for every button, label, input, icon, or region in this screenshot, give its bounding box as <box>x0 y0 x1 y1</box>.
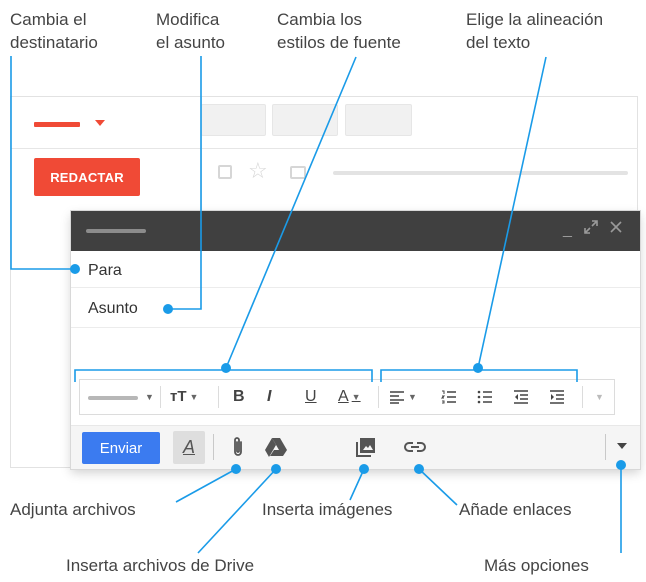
text-color-icon: A <box>338 388 349 405</box>
label-change-font-line1: Cambia los <box>277 10 363 29</box>
close-icon[interactable] <box>609 220 623 240</box>
star-icon[interactable]: ☆ <box>248 160 268 182</box>
label-add-links: Añade enlaces <box>459 500 572 519</box>
compose-title-bar[interactable] <box>71 211 640 251</box>
text-color-button[interactable]: A ▼ <box>338 384 361 410</box>
drive-icon[interactable] <box>264 432 288 462</box>
formatting-toggle-button[interactable]: A <box>173 431 205 464</box>
action-separator <box>605 434 606 460</box>
to-field[interactable]: Para <box>88 261 122 281</box>
compose-button[interactable]: REDACTAR <box>34 158 140 196</box>
label-edit-subject-line2: el asunto <box>156 33 225 52</box>
gmail-logo-bar[interactable] <box>34 122 80 127</box>
label-align-text-line1: Elige la alineación <box>466 10 604 29</box>
email-row-placeholder[interactable] <box>333 171 628 175</box>
connector-attach-files <box>175 468 237 503</box>
more-options-button[interactable] <box>617 443 627 449</box>
bold-button[interactable]: B <box>233 384 245 410</box>
toolbar-separator <box>378 386 379 408</box>
toolbar-separator <box>582 386 583 408</box>
chevron-down-icon[interactable]: ▼ <box>142 384 154 410</box>
chevron-down-icon[interactable] <box>95 120 105 126</box>
subject-field[interactable]: Asunto <box>88 299 138 319</box>
label-change-recipient: Cambia el destinatario <box>10 8 98 54</box>
toolbar-tab-3[interactable] <box>345 104 412 136</box>
link-icon[interactable] <box>403 432 427 462</box>
label-attach-files: Adjunta archivos <box>10 500 136 519</box>
subject-field-divider <box>71 327 640 328</box>
label-icon[interactable] <box>290 166 306 179</box>
bullet-list-icon[interactable] <box>477 384 493 410</box>
connector-add-links <box>418 468 458 506</box>
label-change-recipient-line2: destinatario <box>10 33 98 52</box>
minimize-icon[interactable]: _ <box>563 220 572 240</box>
indent-less-icon[interactable] <box>513 384 529 410</box>
label-insert-drive: Inserta archivos de Drive <box>66 556 255 575</box>
label-change-font: Cambia los estilos de fuente <box>277 8 401 54</box>
label-change-recipient-line1: Cambia el <box>10 10 87 29</box>
attach-icon[interactable] <box>226 432 250 462</box>
action-separator <box>213 434 214 460</box>
image-icon[interactable] <box>354 432 378 462</box>
label-edit-subject-line1: Modifica <box>156 10 220 29</box>
italic-button[interactable]: I <box>267 384 271 410</box>
chevron-down-icon[interactable]: ▼ <box>592 384 604 410</box>
label-align-text-line2: del texto <box>466 33 531 52</box>
underline-button[interactable]: U <box>305 384 317 410</box>
text-size-icon: тT <box>170 388 187 405</box>
label-align-text: Elige la alineación del texto <box>466 8 603 54</box>
compose-title-placeholder <box>86 229 146 233</box>
checkbox-icon[interactable] <box>218 165 232 179</box>
text-size-button[interactable]: тT ▼ <box>170 384 198 410</box>
toolbar-tab-2[interactable] <box>272 104 338 136</box>
connector-insert-images <box>349 468 365 501</box>
label-change-font-line2: estilos de fuente <box>277 33 401 52</box>
toolbar-tab-1[interactable] <box>201 104 266 136</box>
label-more-options: Más opciones <box>484 556 589 575</box>
toolbar-separator <box>160 386 161 408</box>
label-edit-subject: Modifica el asunto <box>156 8 225 54</box>
toolbar-separator <box>218 386 219 408</box>
numbered-list-icon[interactable] <box>441 384 457 410</box>
send-button[interactable]: Enviar <box>82 432 160 464</box>
label-insert-images: Inserta imágenes <box>262 500 393 519</box>
expand-icon[interactable] <box>584 220 598 240</box>
to-field-divider <box>71 287 640 288</box>
font-family-select[interactable] <box>88 396 138 400</box>
align-icon[interactable]: ▼ <box>389 384 417 410</box>
indent-more-icon[interactable] <box>549 384 565 410</box>
header-divider <box>10 148 638 149</box>
